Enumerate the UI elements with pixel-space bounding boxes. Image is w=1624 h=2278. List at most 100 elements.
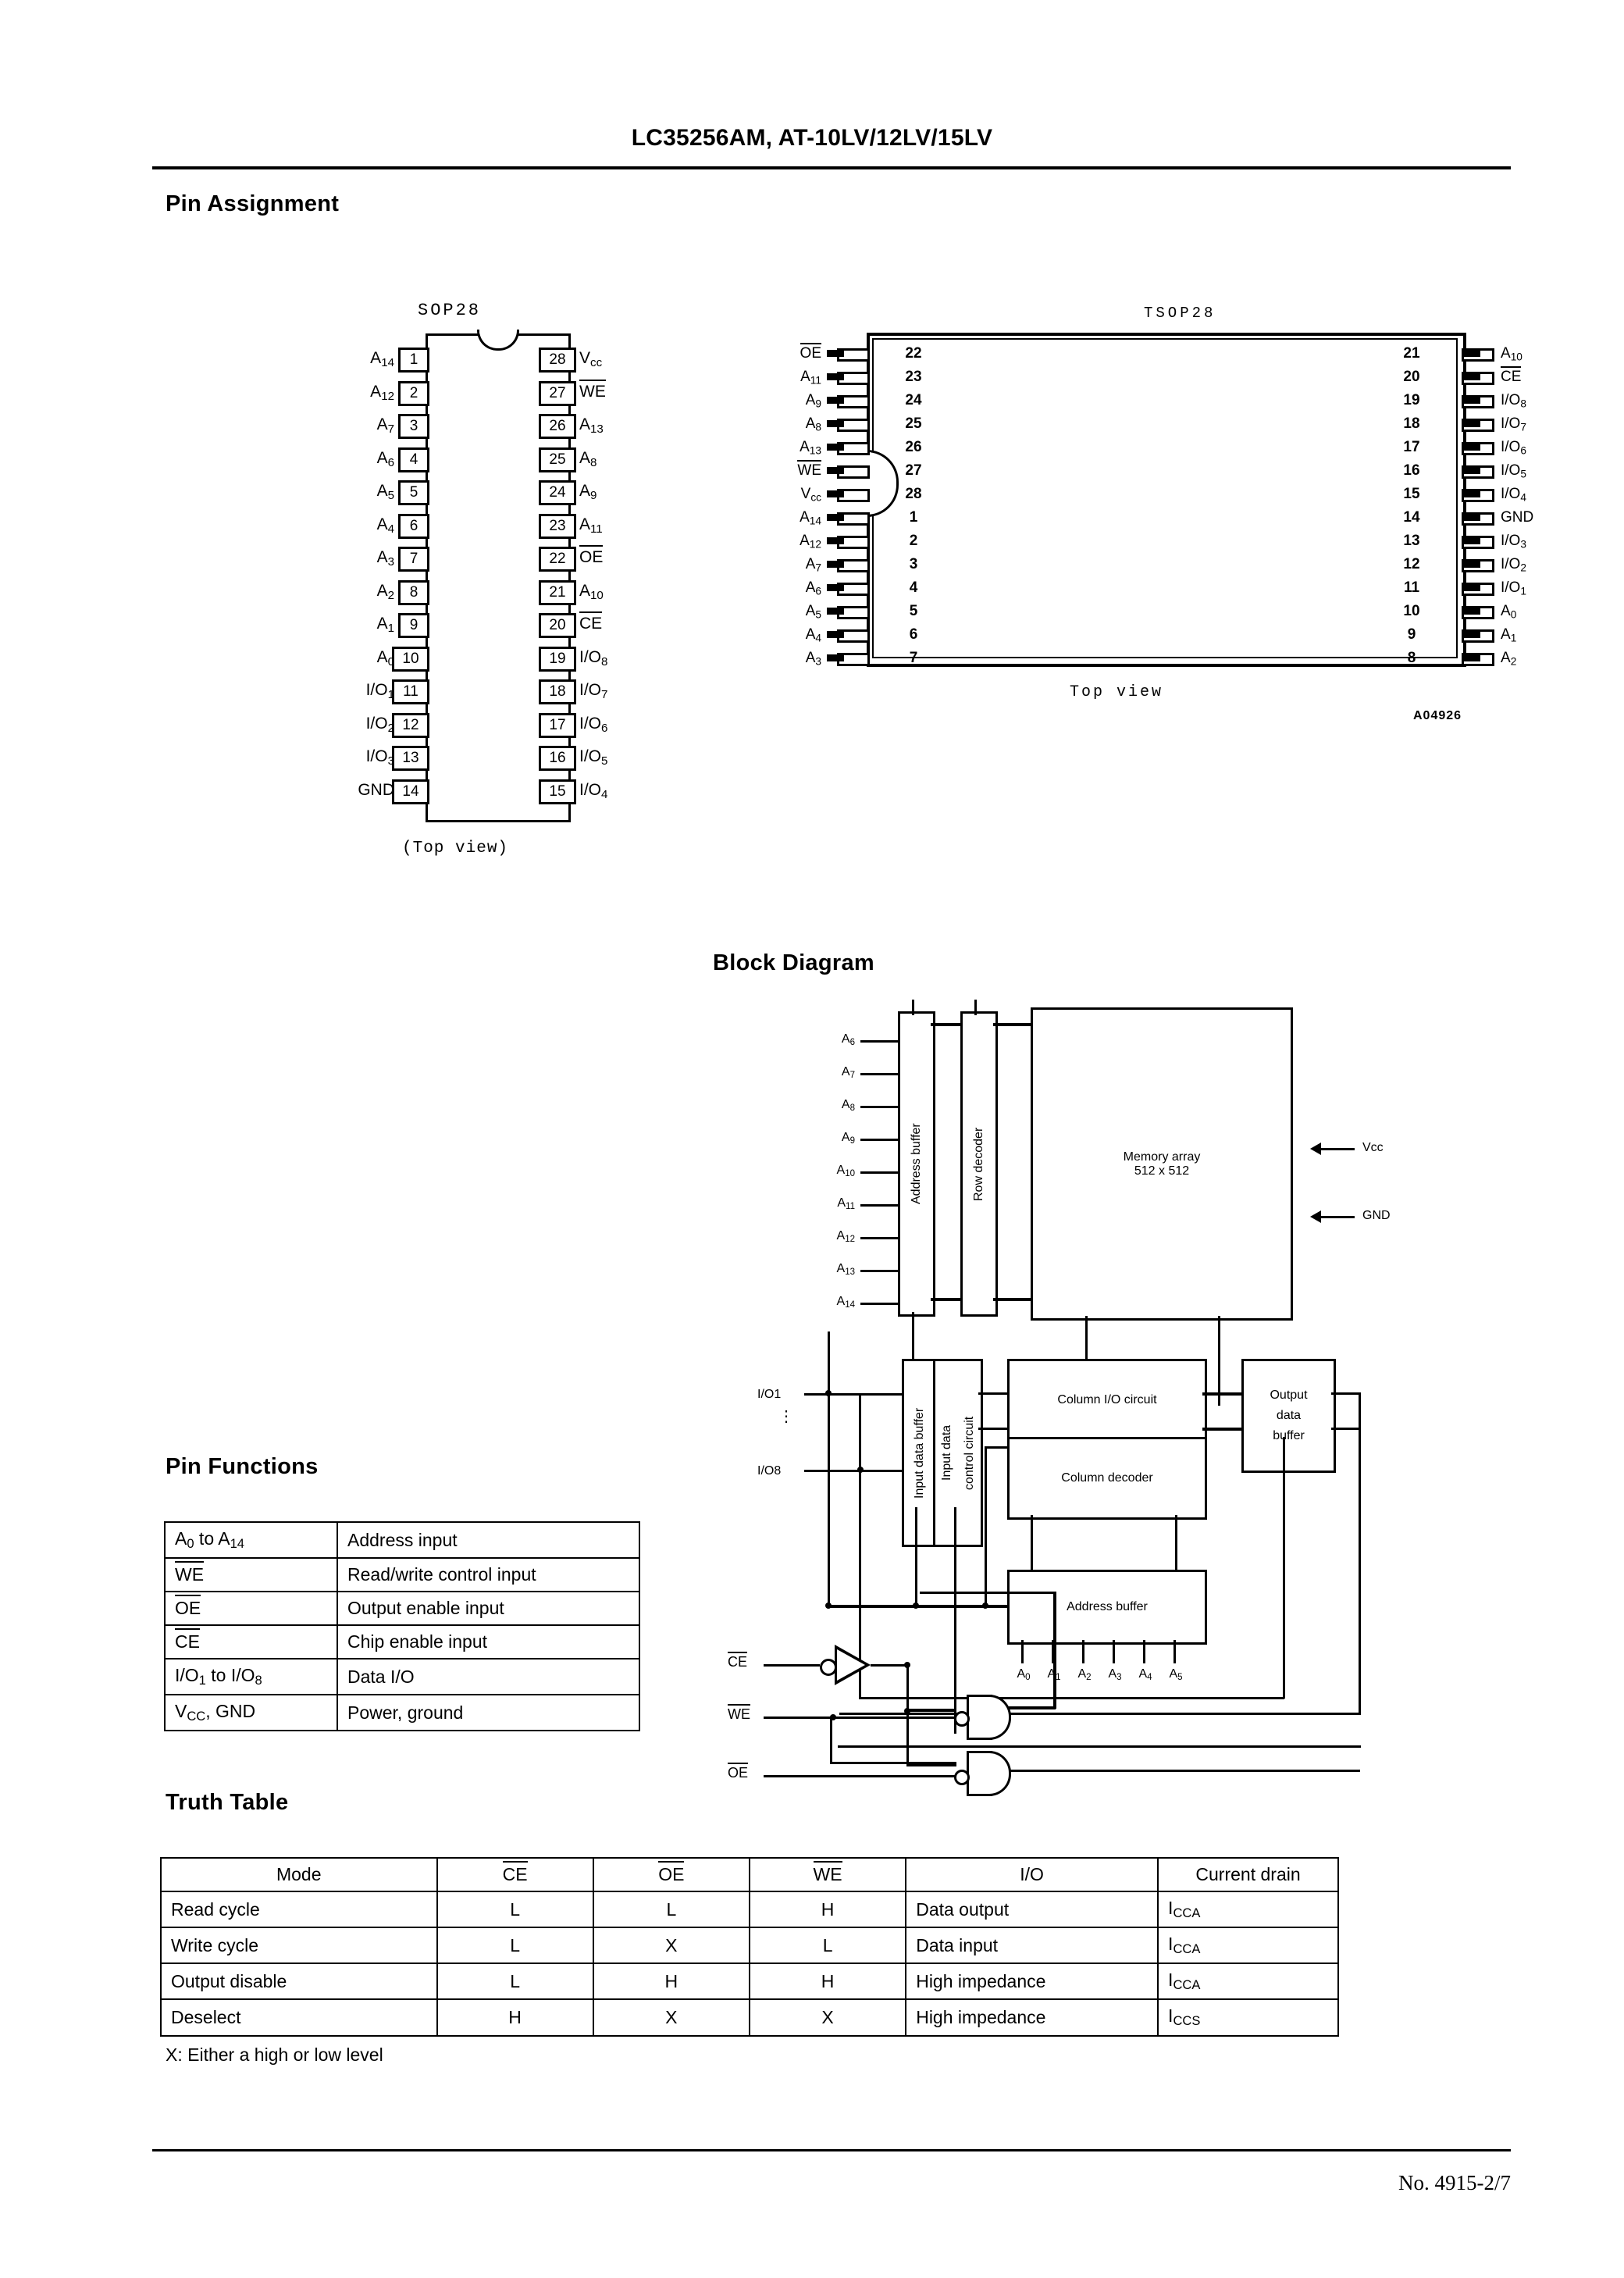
block-diagram-address-label: A14 [836,1295,855,1310]
tsop28-left-pin-label: A5 [805,603,821,621]
truth-table-header-cell: Current drain [1157,1857,1339,1892]
tsop28-left-lead-stub [827,608,844,615]
sop28-left-pin-number: 5 [398,480,429,505]
sop28-right-pin-number: 28 [539,348,576,373]
truth-table-row: Output disable L H H High impedance ICCA [160,1963,1339,2001]
tsop28-left-pin-number: 2 [909,533,918,549]
header-rule [152,166,1511,169]
junction-dot-ctl [982,1602,988,1609]
tsop28-left-pin-number: 23 [905,369,922,385]
column-address-wire [1113,1640,1115,1663]
sop28-left-pin-label: A7 [376,415,394,436]
sop28-right-pin-number: 15 [539,779,576,804]
sop28-left-pin-number: 14 [392,779,429,804]
tsop28-left-pin-number: 6 [909,626,918,643]
truth-table-note: X: Either a high or low level [166,2044,383,2065]
pin-functions-pin-cell: WE [164,1557,338,1593]
column-address-wire [1021,1640,1024,1663]
truth-table-row: Read cycle L L H Data output ICCA [160,1890,1339,1929]
block-diagram-address-label: A11 [837,1196,855,1211]
footer-document-number: No. 4915-2/7 [1398,2171,1511,2194]
tsop28-right-pin-number: 18 [1403,415,1420,432]
pin-functions-description-cell: Address input [337,1520,640,1560]
pin-functions-description-cell: Data I/O [337,1658,640,1696]
wire-ce-vertical [828,1332,830,1606]
sop28-right-pin-label: I/O6 [579,714,608,735]
datasheet-page: LC35256AM, AT-10LV/12LV/15LV Pin Assignm… [0,0,1624,2278]
output-buffer-line3: buffer [1273,1429,1305,1442]
tsop28-right-lead-stub [1463,584,1480,591]
pin-functions-description-cell: Chip enable input [337,1624,640,1660]
wire-row-to-array-1 [993,1023,1032,1026]
tsop28-right-pin-number: 16 [1403,462,1420,479]
inverter-triangle-inner [837,1649,865,1681]
tsop28-left-pin-label: A7 [805,556,821,574]
gnd-label: GND [1362,1209,1391,1222]
wire-outbuf-right-2 [1331,1428,1361,1430]
sop28-view-label: (Top view) [402,840,509,857]
truth-table-mode-cell: Read cycle [160,1890,438,1929]
truth-table-we-cell: H [748,1963,907,2001]
tsop28-right-lead-stub [1463,444,1480,451]
tsop28-right-lead-stub [1463,373,1480,380]
pin-functions-pin-cell: VCC, GND [164,1694,338,1732]
wire-bottom-rail [839,1713,1361,1715]
pin-functions-row: A0 to A14 Address input [164,1520,640,1560]
tsop28-right-pin-label: I/O7 [1501,415,1526,433]
sop28-left-pin-number: 8 [398,579,429,605]
wire-outbuf-down [1283,1437,1285,1699]
tsop28-view-label: Top view [1070,683,1164,701]
section-heading-truth-table: Truth Table [166,1790,289,1815]
sop28-left-pin-label: A1 [376,615,394,635]
tsop28-right-pin-number: 14 [1403,509,1420,526]
tsop28-right-pin-label: I/O5 [1501,462,1526,480]
tsop28-left-pin-label: A3 [805,650,821,668]
tsop28-body-inner [872,338,1458,658]
sop28-left-pin-label: A3 [376,548,394,569]
sop28-left-pin-number: 11 [392,679,429,704]
sop28-right-pin-number: 26 [539,414,576,439]
control-label-we: WE [728,1703,750,1722]
control-label-oe: OE [728,1762,749,1781]
sop28-left-pin-number: 9 [398,613,429,638]
sop28-right-pin-label: OE [579,545,604,566]
tsop28-left-pin-number: 22 [905,345,922,362]
sop28-right-pin-label: Vcc [579,349,603,369]
tsop28-right-pin-number: 12 [1403,556,1420,572]
block-diagram-address-label: A13 [836,1262,855,1277]
wire-nand2-out [1009,1770,1360,1772]
block-diagram-address-label: A12 [836,1229,855,1244]
junction-dot-io1 [825,1390,832,1396]
truth-table-ce-cell: L [436,1963,594,2001]
tsop28-left-pin-label: Vcc [800,486,821,504]
wire-right-rail [1359,1392,1361,1714]
pin-functions-row: VCC, GND Power, ground [164,1694,640,1732]
truth-table-io-cell: Data input [905,1927,1159,1965]
output-buffer-line2: data [1276,1409,1302,1422]
truth-table-io-cell: Data output [905,1890,1159,1929]
tsop28-right-pin-number: 11 [1403,579,1420,596]
tsop28-left-pin-label: A6 [805,579,821,597]
tsop28-left-pin-number: 24 [905,392,922,408]
sop28-right-pin-label: I/O4 [579,780,608,801]
sop28-right-pin-label: I/O7 [579,681,608,701]
tsop28-left-lead-stub [827,350,844,357]
wire-nand1-top [920,1592,1056,1594]
block-diagram-address-wire [860,1139,899,1141]
wire-we-in [764,1717,955,1719]
sop28-left-pin-label: A0 [376,647,394,668]
tsop28-right-lead-stub [1463,350,1480,357]
block-column-decoder: Column decoder [1007,1437,1207,1520]
tsop28-right-pin-label: I/O3 [1501,533,1526,551]
io-label-bottom: I/O8 [757,1464,782,1478]
sop28-left-pin-number: 7 [398,547,429,572]
truth-table-we-cell: H [748,1890,907,1929]
column-address-label: A5 [1169,1667,1183,1682]
sop28-right-pin-number: 17 [539,712,576,738]
truth-table-header-cell: OE [592,1857,750,1892]
wire-outbuf-right-1 [1331,1392,1361,1395]
vcc-label: Vcc [1362,1141,1384,1154]
nand2-curve [988,1751,1011,1796]
sop28-right-pin-number: 27 [539,380,576,406]
truth-table-mode-cell: Write cycle [160,1927,438,1965]
